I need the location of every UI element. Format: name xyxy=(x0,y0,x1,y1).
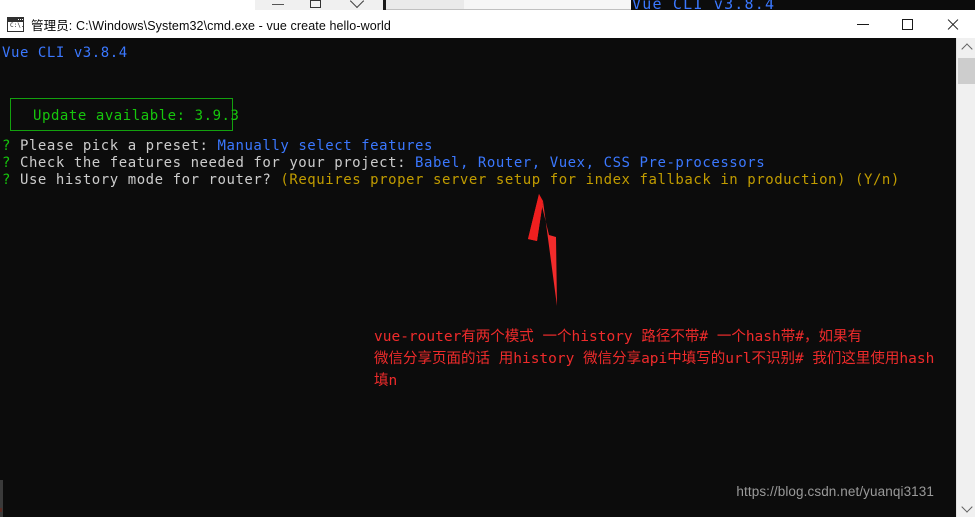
scrollbar-thumb[interactable] xyxy=(958,58,975,84)
update-available-box: Update available: 3.9.3 xyxy=(10,98,239,131)
minimize-button[interactable] xyxy=(840,10,885,38)
update-available-text: Update available: 3.9.3 xyxy=(33,108,240,124)
prompt-answer: Manually select features xyxy=(217,138,434,154)
cmd-console-icon-glyph: C:\. xyxy=(10,21,24,29)
close-button[interactable] xyxy=(930,10,975,38)
prompt-marker: ? xyxy=(2,172,11,188)
minimize-icon xyxy=(856,24,869,25)
scroll-up-arrow-icon[interactable] xyxy=(957,38,975,56)
background-toolbar xyxy=(386,0,631,10)
prompt-question: Use history mode for router? xyxy=(19,172,272,188)
background-window-left-edge-accent xyxy=(0,508,2,512)
prompt-line-preset: ? Please pick a preset: Manually select … xyxy=(2,139,433,153)
window-title: 管理员: C:\Windows\System32\cmd.exe - vue c… xyxy=(31,18,391,33)
cmd-window: C:\. 管理员: C:\Windows\System32\cmd.exe - … xyxy=(0,10,975,517)
maximize-button[interactable] xyxy=(885,10,930,38)
background-minimize-button[interactable] xyxy=(272,4,284,5)
window-controls xyxy=(840,10,975,38)
vue-cli-version-line: Vue CLI v3.8.4 xyxy=(2,45,128,61)
red-up-arrow-icon xyxy=(528,194,557,306)
prompt-line-features: ? Check the features needed for your pro… xyxy=(2,156,765,170)
background-window: Vue CLI v3.8.4 xyxy=(0,0,975,10)
prompt-marker: ? xyxy=(2,138,11,154)
background-window-chrome xyxy=(255,0,395,10)
annotation-note: vue-router有两个模式 一个history 路径不带# 一个hash带#… xyxy=(374,329,935,389)
background-maximize-button[interactable] xyxy=(310,0,321,8)
background-terminal-text: Vue CLI v3.8.4 xyxy=(632,0,776,10)
prompt-line-history-mode: ? Use history mode for router? (Requires… xyxy=(2,173,900,187)
prompt-question: Please pick a preset: xyxy=(19,138,209,154)
prompt-answer: (Requires proper server setup for index … xyxy=(280,172,900,188)
background-chevron-down-icon[interactable] xyxy=(350,0,364,9)
scroll-down-arrow-icon[interactable] xyxy=(957,499,975,517)
titlebar: C:\. 管理员: C:\Windows\System32\cmd.exe - … xyxy=(0,10,975,39)
console-output-area[interactable]: Vue CLI v3.8.4 Update available: 3.9.3 ?… xyxy=(0,38,956,517)
prompt-marker: ? xyxy=(2,155,11,171)
cmd-console-icon: C:\. xyxy=(7,16,24,32)
watermark-url: https://blog.csdn.net/yuanqi3131 xyxy=(736,484,934,499)
maximize-icon xyxy=(902,18,913,30)
prompt-answer: Babel, Router, Vuex, CSS Pre-processors xyxy=(415,155,766,171)
vertical-scrollbar[interactable] xyxy=(956,38,975,517)
prompt-question: Check the features needed for your proje… xyxy=(19,155,407,171)
background-terminal-strip: Vue CLI v3.8.4 xyxy=(631,0,975,10)
